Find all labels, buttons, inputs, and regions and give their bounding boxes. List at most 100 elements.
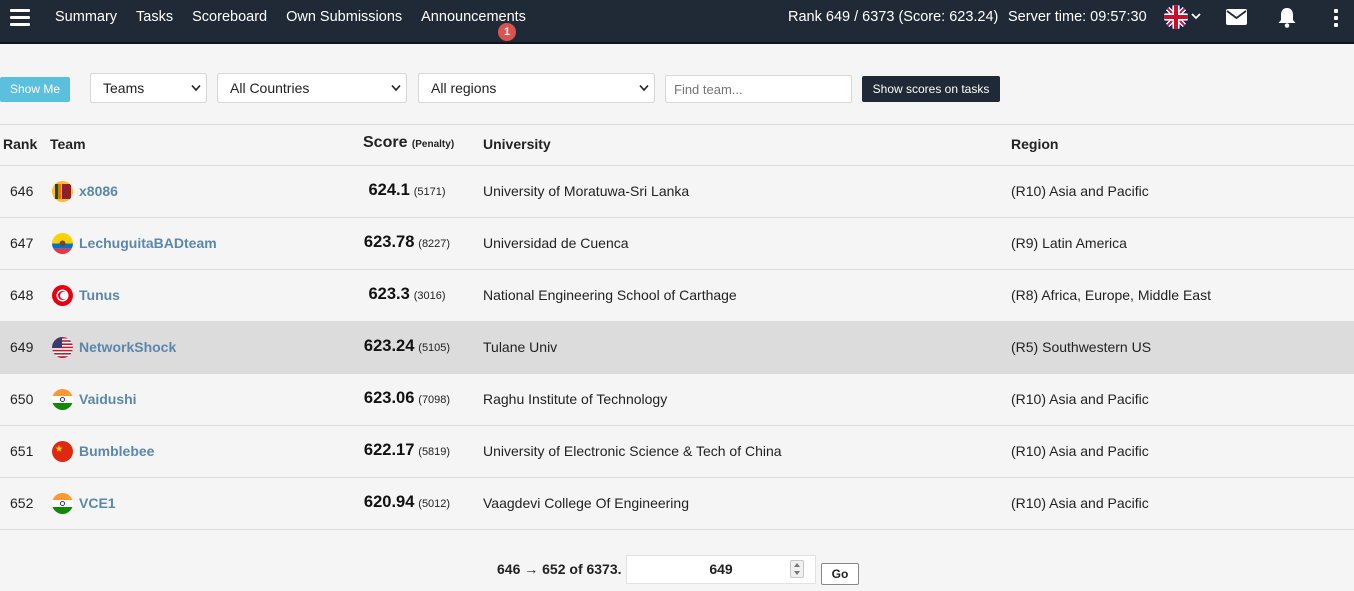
- nav-link-tasks[interactable]: Tasks: [136, 9, 173, 25]
- bell-icon[interactable]: [1277, 7, 1297, 28]
- row-region: (R8) Africa, Europe, Middle East: [1011, 287, 1211, 303]
- row-score: 624.1 (5171): [369, 181, 446, 200]
- row-rank: 648: [10, 287, 34, 303]
- row-team-link[interactable]: Vaidushi: [79, 391, 137, 407]
- row-university: Vaagdevi College Of Engineering: [483, 495, 689, 511]
- row-score: 622.17 (5819): [364, 441, 450, 460]
- page-range-text: 646 → 652 of 6373.: [497, 561, 622, 577]
- row-region: (R10) Asia and Pacific: [1011, 495, 1149, 511]
- row-score-value: 623.06: [363, 389, 415, 407]
- type-select[interactable]: Teams: [90, 73, 207, 103]
- country-flag-icon: [52, 181, 73, 202]
- row-score: 623.06 (7098): [364, 389, 450, 408]
- chevron-down-icon: [639, 84, 649, 92]
- row-score: 623.24 (5105): [364, 337, 450, 356]
- rank-info: Rank 649 / 6373 (Score: 623.24): [788, 9, 999, 25]
- country-flag-icon: [52, 389, 73, 410]
- envelope-icon[interactable]: [1226, 9, 1247, 25]
- header-team[interactable]: Team: [50, 136, 86, 152]
- row-penalty-value: (8227): [418, 238, 451, 250]
- row-team-link[interactable]: Tunus: [79, 287, 120, 303]
- table-row[interactable]: 651 Bumblebee 622.17 (5819) University of E…: [0, 426, 1354, 478]
- row-rank: 652: [10, 495, 34, 511]
- chevron-down-icon: [1191, 13, 1201, 20]
- country-flag-icon: [52, 441, 73, 462]
- row-penalty-value: (5171): [413, 186, 446, 198]
- region-select-value: All regions: [431, 80, 497, 96]
- row-team-link[interactable]: x8086: [79, 183, 118, 199]
- nav-link-own-submissions[interactable]: Own Submissions: [286, 9, 402, 25]
- uk-flag-icon: [1164, 5, 1188, 29]
- country-select[interactable]: All Countries: [217, 73, 407, 103]
- row-score-value: 624.1: [368, 181, 410, 199]
- row-region: (R10) Asia and Pacific: [1011, 443, 1149, 459]
- row-rank: 649: [10, 339, 34, 355]
- show-me-button[interactable]: Show Me: [0, 77, 70, 102]
- row-region: (R9) Latin America: [1011, 235, 1127, 251]
- go-button[interactable]: Go: [821, 563, 859, 585]
- table-row[interactable]: 649 NetworkShock 623.24 (5105) Tulane Univ (…: [0, 322, 1354, 374]
- find-team-input[interactable]: [665, 75, 852, 103]
- row-university: Raghu Institute of Technology: [483, 391, 668, 407]
- row-score: 620.94 (5012): [364, 493, 450, 512]
- nav-links: Summary Tasks Scoreboard Own Submissions…: [55, 9, 545, 25]
- row-score-value: 623.24: [363, 337, 415, 355]
- chevron-down-icon: [391, 84, 401, 92]
- chevron-down-icon: [191, 84, 201, 92]
- row-rank: 650: [10, 391, 34, 407]
- row-score-value: 623.3: [368, 285, 410, 303]
- row-team-link[interactable]: Bumblebee: [79, 443, 154, 459]
- row-university: Universidad de Cuenca: [483, 235, 629, 251]
- top-navbar: Summary Tasks Scoreboard Own Submissions…: [0, 0, 1354, 44]
- row-university: National Engineering School of Carthage: [483, 287, 737, 303]
- show-scores-on-tasks-button[interactable]: Show scores on tasks: [862, 76, 1000, 102]
- header-region[interactable]: Region: [1011, 136, 1058, 152]
- table-row[interactable]: 646 x8086 624.1 (5171) University of Moratu…: [0, 166, 1354, 218]
- table-top-divider: [0, 124, 1354, 125]
- row-score: 623.3 (3016): [369, 285, 446, 304]
- header-rank[interactable]: Rank: [3, 136, 37, 152]
- country-flag-icon: [52, 493, 73, 514]
- page-stepper[interactable]: [790, 560, 804, 578]
- row-team-link[interactable]: VCE1: [79, 495, 116, 511]
- table-row[interactable]: 648 Tunus 623.3 (3016) National Engineering…: [0, 270, 1354, 322]
- row-rank: 647: [10, 235, 34, 251]
- region-select[interactable]: All regions: [418, 73, 655, 103]
- country-flag-icon: [52, 337, 73, 358]
- row-score-value: 622.17: [363, 441, 415, 459]
- row-score: 623.78 (8227): [364, 233, 450, 252]
- country-flag-icon: [52, 285, 73, 306]
- row-penalty-value: (5819): [418, 446, 451, 458]
- row-penalty-value: (7098): [418, 394, 451, 406]
- country-flag-icon: [52, 233, 73, 254]
- table-row[interactable]: 647 LechuguitaBADteam 623.78 (8227) Univers…: [0, 218, 1354, 270]
- row-university: University of Moratuwa-Sri Lanka: [483, 183, 690, 199]
- header-score[interactable]: Score (Penalty): [363, 134, 454, 152]
- announcements-badge: 1: [498, 23, 516, 41]
- row-team-link[interactable]: NetworkShock: [79, 339, 176, 355]
- nav-link-summary[interactable]: Summary: [55, 9, 117, 25]
- table-row[interactable]: 650 Vaidushi 623.06 (7098) Raghu Institute …: [0, 374, 1354, 426]
- server-time: Server time: 09:57:30: [1008, 9, 1147, 25]
- row-region: (R10) Asia and Pacific: [1011, 183, 1149, 199]
- table-row[interactable]: 652 VCE1 620.94 (5012) Vaagdevi College Of …: [0, 478, 1354, 530]
- type-select-value: Teams: [103, 80, 145, 96]
- language-selector[interactable]: [1164, 5, 1204, 29]
- row-penalty-value: (3016): [413, 290, 446, 302]
- row-team-link[interactable]: LechuguitaBADteam: [79, 235, 217, 251]
- header-score-label: Score: [363, 134, 408, 151]
- row-university: Tulane Univ: [483, 339, 558, 355]
- row-rank: 646: [10, 183, 34, 199]
- nav-link-scoreboard[interactable]: Scoreboard: [192, 9, 267, 25]
- row-score-value: 623.78: [363, 233, 415, 251]
- row-region: (R10) Asia and Pacific: [1011, 391, 1149, 407]
- row-penalty-value: (5012): [418, 498, 451, 510]
- row-university: University of Electronic Science & Tech …: [483, 443, 782, 459]
- menu-icon[interactable]: [10, 9, 30, 27]
- row-rank: 651: [10, 443, 34, 459]
- header-university[interactable]: University: [483, 136, 551, 152]
- country-select-value: All Countries: [230, 80, 310, 96]
- row-score-value: 620.94: [363, 493, 415, 511]
- kebab-menu-icon[interactable]: [1333, 9, 1339, 27]
- page-number-input[interactable]: 649: [626, 555, 816, 584]
